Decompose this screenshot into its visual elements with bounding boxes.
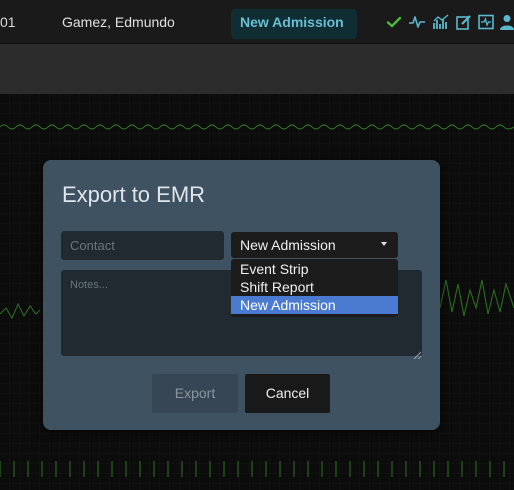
- check-icon[interactable]: [386, 14, 402, 30]
- dropdown-option-shift-report[interactable]: Shift Report: [231, 278, 398, 296]
- edit-icon[interactable]: [456, 14, 472, 30]
- admission-type-dropdown-list: Event Strip Shift Report New Admission: [231, 259, 398, 317]
- cancel-button[interactable]: Cancel: [245, 374, 330, 413]
- export-button[interactable]: Export: [152, 374, 238, 413]
- dropdown-option-event-strip[interactable]: Event Strip: [231, 260, 398, 278]
- admission-type-select-value: New Admission: [240, 237, 336, 253]
- person-icon[interactable]: [499, 14, 514, 30]
- toolbar-strip: [0, 44, 514, 94]
- trend-chart-icon[interactable]: [433, 14, 449, 30]
- resize-handle-icon[interactable]: [413, 346, 422, 360]
- contact-input[interactable]: [61, 231, 224, 260]
- bed-number: 01: [0, 14, 16, 30]
- chevron-down-icon[interactable]: [381, 242, 387, 246]
- heartbeat-icon[interactable]: [409, 14, 425, 30]
- patient-header-bar: 01 Gamez, Edmundo New Admission: [0, 0, 514, 44]
- export-to-emr-dialog: Export to EMR New Admission Event Strip …: [43, 160, 440, 430]
- monitor-icon[interactable]: [478, 14, 494, 30]
- dialog-title: Export to EMR: [62, 182, 206, 207]
- status-badge-label: New Admission: [240, 14, 344, 30]
- dropdown-option-new-admission[interactable]: New Admission: [231, 296, 398, 314]
- patient-name[interactable]: Gamez, Edmundo: [62, 0, 175, 44]
